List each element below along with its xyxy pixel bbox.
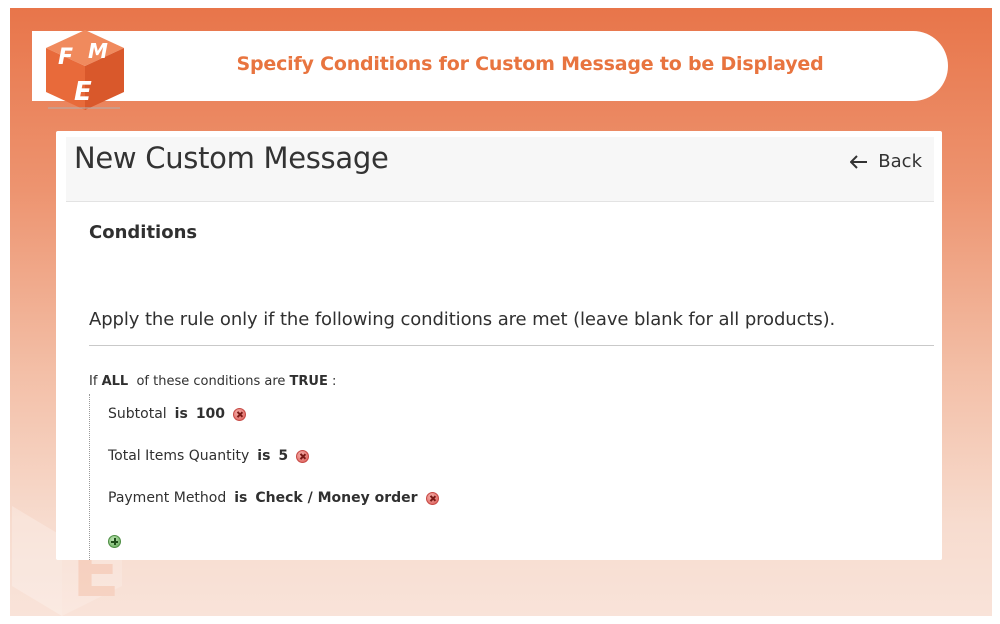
- divider: [89, 345, 934, 346]
- condition-operator[interactable]: is: [257, 448, 270, 464]
- condition-operator[interactable]: is: [234, 490, 247, 506]
- condition-value[interactable]: Check / Money order: [255, 490, 417, 506]
- page-header: New Custom Message Back: [66, 137, 934, 202]
- page-title: New Custom Message: [74, 141, 389, 175]
- banner-title: Specify Conditions for Custom Message to…: [236, 53, 824, 75]
- add-condition-row: [108, 535, 121, 548]
- condition-attribute[interactable]: Subtotal: [108, 406, 167, 422]
- condition-row: Total Items Quantity is 5: [108, 448, 310, 464]
- condition-aggregator-line: If ALL of these conditions are TRUE :: [89, 374, 336, 389]
- condition-attribute[interactable]: Payment Method: [108, 490, 226, 506]
- back-button[interactable]: Back: [850, 151, 922, 172]
- remove-condition-icon[interactable]: [233, 407, 247, 421]
- remove-condition-icon[interactable]: [425, 491, 439, 505]
- rule-heading: Apply the rule only if the following con…: [89, 309, 836, 330]
- condition-row: Payment Method is Check / Money order: [108, 490, 439, 506]
- condition-row: Subtotal is 100: [108, 406, 247, 422]
- arrow-left-icon: [850, 154, 868, 169]
- fme-logo-icon: F M E: [46, 30, 124, 110]
- custom-message-panel: New Custom Message Back Conditions Apply…: [56, 131, 942, 560]
- add-condition-icon[interactable]: [108, 535, 121, 548]
- condition-attribute[interactable]: Total Items Quantity: [108, 448, 249, 464]
- svg-text:M: M: [88, 39, 108, 63]
- condition-value[interactable]: 5: [278, 448, 288, 464]
- aggregator-select[interactable]: ALL: [102, 374, 129, 389]
- conditions-section-title: Conditions: [89, 222, 198, 243]
- svg-text:E: E: [74, 77, 92, 107]
- conditions-tree: Subtotal is 100 Total Items Quantity is …: [89, 394, 590, 560]
- promo-frame: E Specify Conditions for Custom Message …: [10, 8, 992, 616]
- remove-condition-icon[interactable]: [296, 449, 310, 463]
- condition-operator[interactable]: is: [175, 406, 188, 422]
- aggregator-middle-text: of these conditions are: [136, 374, 286, 389]
- aggregator-suffix: :: [332, 374, 337, 389]
- if-prefix: If: [89, 374, 98, 389]
- banner: Specify Conditions for Custom Message to…: [32, 31, 948, 101]
- value-select[interactable]: TRUE: [290, 374, 328, 389]
- condition-value[interactable]: 100: [196, 406, 225, 422]
- back-label: Back: [878, 151, 922, 172]
- svg-text:F: F: [58, 45, 73, 70]
